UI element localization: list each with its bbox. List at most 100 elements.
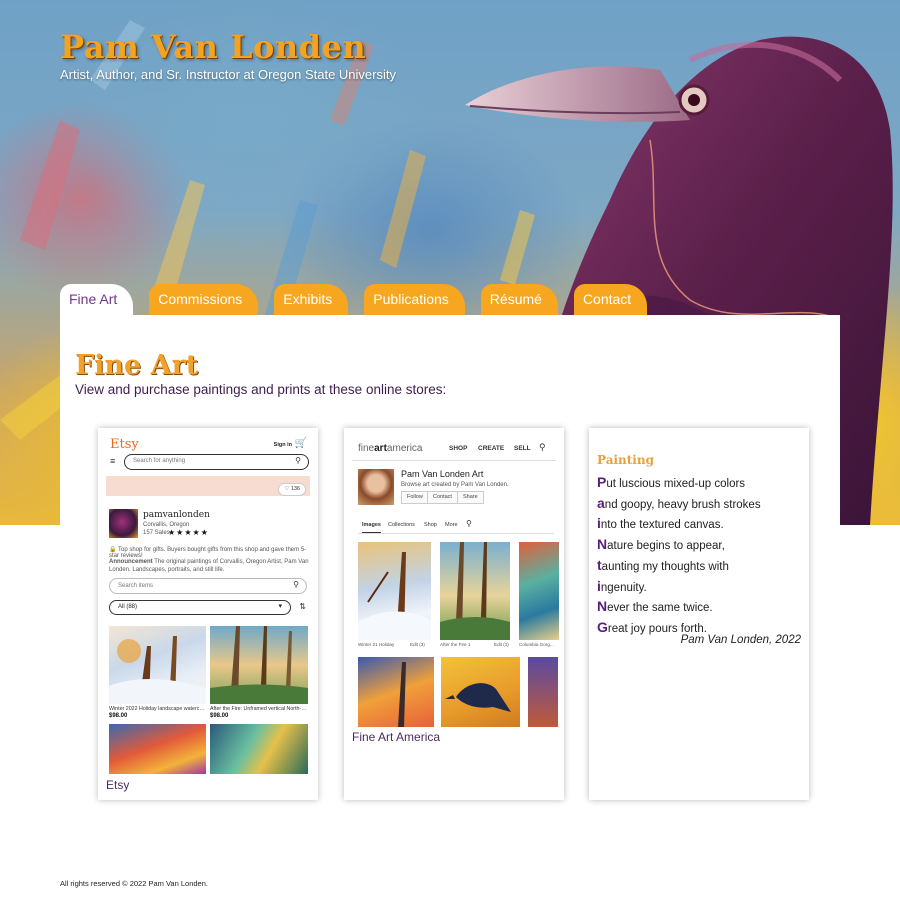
etsy-shop-screenshot[interactable]: Etsy Sign in 🛒 ≡ Search for anything ⚲ ♡… (98, 428, 318, 778)
tab-exhibits[interactable]: Exhibits (274, 284, 349, 315)
etsy-shop-name: pamvanlonden (143, 510, 210, 520)
tab-fine-art[interactable]: Fine Art (60, 284, 134, 315)
faa-contact-button: Contact (427, 491, 458, 504)
etsy-item-price: $98.00 (109, 713, 128, 719)
poem-text: ature begins to appear, (607, 540, 725, 553)
faa-caption-link[interactable]: Fine Art America (352, 730, 440, 744)
poem-text: aunting my thoughts with (601, 560, 729, 573)
poem-line: and goopy, heavy brush strokes (597, 494, 761, 515)
poem-text: ever the same twice. (607, 602, 713, 615)
main-nav-tabs: Fine Art Commissions Exhibits Publicatio… (60, 284, 663, 315)
search-icon: ⚲ (295, 456, 301, 465)
acrostic-poem: Put luscious mixed-up colors and goopy, … (597, 473, 761, 639)
site-title[interactable]: Pam Van Londen (60, 28, 366, 66)
etsy-announcement: Announcement The original paintings of C… (109, 559, 309, 574)
poem-initial: a (597, 494, 605, 511)
winter-tree-painting (358, 552, 431, 640)
sort-icon: ⇅ (299, 602, 306, 611)
etsy-category-select: All (88) ▾ (109, 600, 291, 615)
faa-nav-create: CREATE (478, 445, 505, 452)
faa-art-thumbnail (528, 657, 558, 727)
poem-text: nd goopy, heavy brush strokes (604, 498, 761, 511)
faa-shop-screenshot[interactable]: fineartamerica SHOP CREATE SELL ⚲ Pam Va… (344, 428, 564, 728)
content-panel: Fine Art View and purchase paintings and… (60, 315, 840, 830)
etsy-category-value: All (88) (118, 604, 138, 610)
etsy-item-thumbnail (109, 724, 206, 774)
faa-artist-name: Pam Van Londen Art (401, 469, 484, 479)
poem-initial: P (597, 474, 607, 490)
faa-art-thumbnail (358, 657, 434, 727)
etsy-announcement-label: Announcement (109, 559, 153, 565)
search-icon: ⚲ (293, 580, 299, 589)
tab-resume[interactable]: Résumé (480, 284, 558, 315)
faa-follow-button: Follow (401, 491, 429, 504)
search-icon: ⚲ (539, 442, 546, 452)
faa-art-thumbnail (441, 657, 520, 727)
faa-artist-avatar (358, 469, 394, 505)
page-intro: View and purchase paintings and prints a… (75, 382, 447, 397)
poem-signature: Pam Van Londen, 2022 (680, 634, 801, 646)
faa-tab-shop: Shop (424, 522, 437, 528)
etsy-search-field: Search for anything ⚲ (124, 454, 309, 470)
etsy-item-title: After the Fire: Unframed vertical North-… (210, 706, 307, 712)
poem-line: Never the same twice. (597, 597, 761, 618)
faa-logo-bold: art (374, 443, 387, 454)
etsy-store-card[interactable]: Etsy Sign in 🛒 ≡ Search for anything ⚲ ♡… (98, 428, 318, 800)
faa-art-price: Edit (3) (410, 642, 425, 647)
etsy-logo: Etsy (110, 437, 139, 452)
tree-painting (398, 662, 406, 727)
faa-share-button: Share (457, 491, 484, 504)
etsy-search-placeholder: Search for anything (133, 458, 186, 464)
faa-tab-more: More (445, 522, 458, 528)
tab-publications[interactable]: Publications (364, 284, 465, 315)
tab-contact[interactable]: Contact (573, 284, 648, 315)
hamburger-icon: ≡ (110, 456, 116, 466)
faa-logo-pre: fine (358, 443, 375, 454)
faa-nav-sell: SELL (514, 445, 531, 452)
etsy-favorites-badge: ♡ 136 (278, 483, 306, 496)
poem-line: ingenuity. (597, 577, 761, 598)
poem-initial: G (597, 618, 608, 635)
search-icon: ⚲ (466, 519, 472, 528)
faa-nav-shop: SHOP (449, 445, 468, 452)
poem-line: Put luscious mixed-up colors (597, 473, 761, 494)
winter-tree-painting (109, 636, 206, 704)
tab-commissions[interactable]: Commissions (149, 284, 259, 315)
poem-card: Painting Put luscious mixed-up colors an… (589, 428, 809, 800)
poem-line: taunting my thoughts with (597, 556, 761, 577)
poem-initial: N (597, 536, 608, 553)
site-subtitle: Artist, Author, and Sr. Instructor at Or… (60, 67, 396, 82)
etsy-item-title: Winter 2022 Holiday landscape watercolor… (109, 706, 206, 712)
faa-tab-collections: Collections (388, 522, 415, 528)
etsy-rating-stars: ★★★★★ (168, 528, 209, 537)
poem-initial: N (597, 598, 608, 615)
etsy-search-items-field: Search items ⚲ (109, 578, 307, 594)
etsy-top-shop-text: Top shop for gifts. Buyers bought gifts … (109, 547, 307, 559)
etsy-search-items-placeholder: Search items (118, 583, 154, 589)
crow-painting (445, 683, 511, 712)
footer-copyright: All rights reserved © 2022 Pam Van Londe… (60, 879, 208, 888)
etsy-sales-count: 157 Sales (143, 530, 170, 536)
etsy-caption-link[interactable]: Etsy (106, 778, 129, 792)
poem-text: ut luscious mixed-up colors (606, 478, 746, 490)
faa-artist-subtitle: Browse art created by Pam Van Londen. (401, 482, 509, 488)
faa-logo-post: america (386, 443, 423, 454)
faa-art-thumbnail (358, 542, 431, 640)
faa-art-thumbnail (519, 542, 559, 640)
faa-art-caption: Winter 21 Holiday (358, 642, 395, 647)
poem-line: Nature begins to appear, (597, 535, 761, 556)
faa-art-caption: After the Fire 1 (440, 642, 471, 647)
etsy-item-thumbnail (210, 724, 308, 774)
forest-painting (210, 626, 308, 704)
etsy-item-thumbnail (210, 626, 308, 704)
etsy-item-price: $98.00 (210, 713, 229, 719)
faa-tab-divider (358, 533, 554, 534)
faa-store-card[interactable]: fineartamerica SHOP CREATE SELL ⚲ Pam Va… (344, 428, 564, 800)
faa-art-price: Edit (1) (494, 642, 509, 647)
faa-tab-images: Images (362, 522, 381, 533)
faa-art-thumbnail (440, 542, 510, 640)
poem-title: Painting (597, 453, 654, 467)
cart-icon: 🛒 (294, 438, 307, 449)
faa-logo: fineartamerica (358, 443, 423, 454)
etsy-top-shop-note: 🔒 Top shop for gifts. Buyers bought gift… (109, 547, 307, 559)
